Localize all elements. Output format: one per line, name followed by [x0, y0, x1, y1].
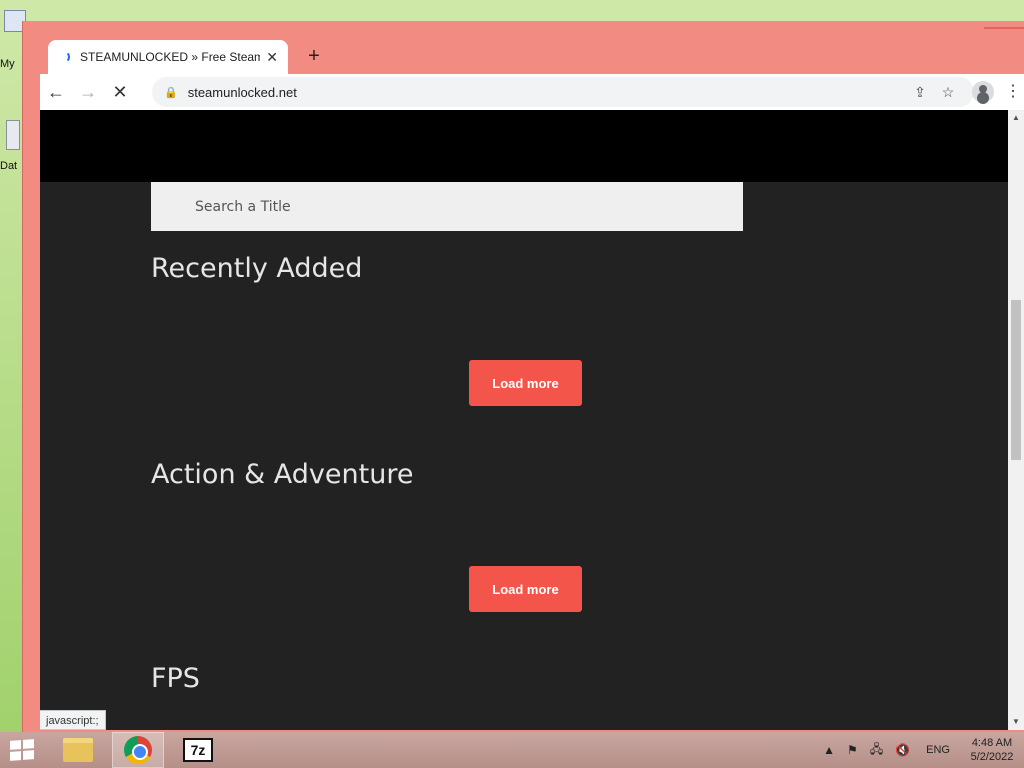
browser-toolbar: ← → ✕ 🔒 steamunlocked.net ⇪ ☆ ⋮ — [40, 74, 1024, 110]
browser-tab[interactable]: STEAMUNLOCKED » Free Steam ✕ — [48, 40, 288, 74]
section-title-recently-added: Recently Added — [151, 253, 363, 284]
7zip-icon: 7z — [183, 738, 213, 762]
taskbar-chrome[interactable] — [112, 732, 164, 768]
profile-icon[interactable] — [972, 81, 994, 103]
desktop-icon-data[interactable]: Dat — [0, 120, 20, 172]
share-icon[interactable]: ⇪ — [906, 84, 934, 101]
taskbar: 7z ▲ ⚑ 🖧 🔇 ENG 4:48 AM 5/2/2022 — [0, 732, 1024, 768]
chrome-icon — [124, 736, 152, 764]
section-title-action-adventure: Action & Adventure — [151, 459, 414, 490]
bookmark-star-icon[interactable]: ☆ — [934, 84, 962, 101]
loading-spinner-icon — [58, 51, 70, 63]
back-button[interactable]: ← — [40, 76, 72, 108]
search-input[interactable]: Search a Title — [151, 182, 743, 231]
network-icon[interactable]: 🖧 — [870, 740, 883, 761]
menu-kebab-icon[interactable]: ⋮ — [1002, 76, 1024, 108]
system-tray: ▲ ⚑ 🖧 🔇 ENG 4:48 AM 5/2/2022 — [817, 732, 1024, 768]
folder-icon — [63, 738, 93, 762]
action-center-flag-icon[interactable]: ⚑ — [847, 743, 858, 757]
scrollbar-thumb[interactable] — [1011, 300, 1021, 460]
clock-date: 5/2/2022 — [970, 751, 1014, 763]
site-header — [40, 110, 1008, 182]
volume-muted-icon[interactable]: 🔇 — [895, 743, 910, 757]
browser-window: — ✕ STEAMUNLOCKED » Free Steam ✕ + ← → ✕… — [22, 21, 1024, 732]
page-viewport: Search a Title Recently Added Load more … — [40, 110, 1008, 730]
load-more-button[interactable]: Load more — [469, 360, 582, 406]
new-tab-button[interactable]: + — [302, 44, 326, 68]
url-text[interactable]: steamunlocked.net — [188, 85, 906, 100]
tab-title: STEAMUNLOCKED » Free Steam — [80, 50, 261, 64]
start-button[interactable] — [0, 732, 44, 768]
windows-logo-icon — [10, 739, 34, 761]
scroll-up-icon[interactable]: ▲ — [1008, 110, 1024, 126]
address-bar[interactable]: 🔒 steamunlocked.net ⇪ ☆ — [152, 77, 974, 107]
desktop-icon-label: Dat — [0, 160, 18, 172]
browser-frame: STEAMUNLOCKED » Free Steam ✕ + ← → ✕ 🔒 s… — [32, 29, 1024, 732]
page-scrollbar[interactable]: ▲ ▼ — [1008, 110, 1024, 730]
load-more-button[interactable]: Load more — [469, 566, 582, 612]
scroll-down-icon[interactable]: ▼ — [1008, 714, 1024, 730]
clock[interactable]: 4:48 AM 5/2/2022 — [960, 736, 1024, 764]
lock-icon[interactable]: 🔒 — [164, 86, 178, 99]
taskbar-7zip[interactable]: 7z — [172, 732, 224, 768]
taskbar-file-explorer[interactable] — [52, 732, 104, 768]
toolbar-right: ⋮ — [964, 76, 1024, 108]
show-hidden-icons-icon[interactable]: ▲ — [823, 743, 835, 757]
clock-time: 4:48 AM — [971, 737, 1013, 749]
stop-loading-button[interactable]: ✕ — [104, 76, 136, 108]
language-indicator[interactable]: ENG — [926, 744, 950, 756]
tab-close-icon[interactable]: ✕ — [266, 49, 278, 66]
status-bar-url: javascript:; — [40, 710, 106, 730]
section-title-fps: FPS — [151, 663, 200, 694]
forward-button[interactable]: → — [72, 76, 104, 108]
file-icon — [6, 120, 20, 150]
